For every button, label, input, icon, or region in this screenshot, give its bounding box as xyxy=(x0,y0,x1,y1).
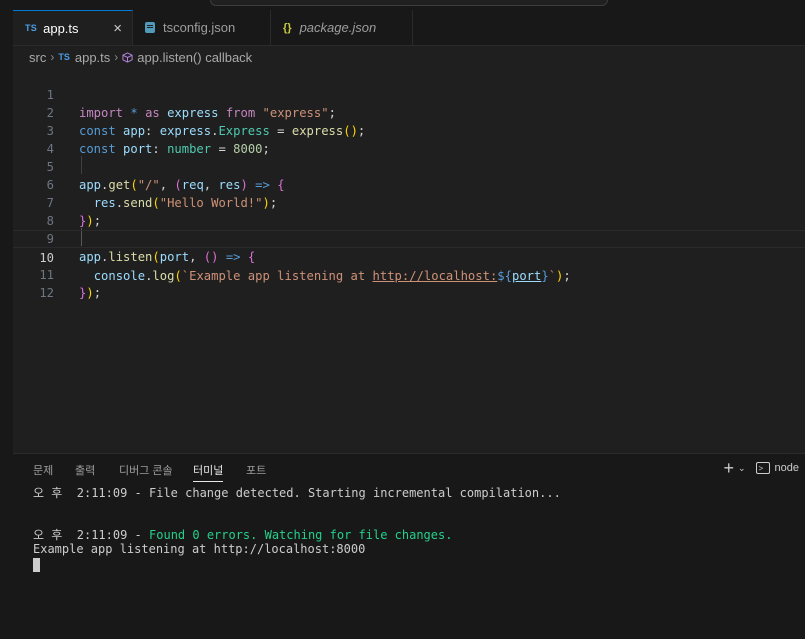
new-terminal-plus-icon[interactable]: + xyxy=(723,459,734,477)
typescript-file-icon: TS xyxy=(58,52,70,62)
tsconfig-file-icon xyxy=(145,22,155,33)
code-line: 3 const port: number = 8000; xyxy=(13,104,805,156)
code-line: 6 res.send("Hello World!"); xyxy=(13,158,805,210)
tab-label: tsconfig.json xyxy=(163,20,236,35)
activity-bar xyxy=(0,10,14,638)
method-cube-icon xyxy=(122,51,133,63)
title-bar xyxy=(0,0,805,10)
panel-toolbar: + ⌄ > node xyxy=(723,459,799,477)
editor-tab-bar: TS app.ts × tsconfig.json {} package.jso… xyxy=(13,10,805,46)
tab-problems[interactable]: 문제 xyxy=(33,462,53,478)
chevron-right-icon: › xyxy=(50,50,55,64)
code-line: 2 const app: express.Express = express()… xyxy=(13,86,805,138)
code-line: 5 app.get("/", (req, res) => { xyxy=(13,140,805,192)
code-line-current: 10 console.log(`Example app listening at… xyxy=(13,230,805,283)
breadcrumb-symbol-label: app.listen() callback xyxy=(137,49,253,65)
terminal-line: 오 후 2:11:09 - Found 0 errors. Watching f… xyxy=(33,528,453,542)
typescript-file-icon: TS xyxy=(25,23,38,33)
tab-debug-console[interactable]: 디버그 콘솔 xyxy=(119,462,173,478)
tab-package-json[interactable]: {} package.json xyxy=(271,10,413,45)
command-center[interactable] xyxy=(210,0,608,6)
line-number: 12 xyxy=(39,286,54,300)
terminal-line: 오 후 2:11:09 - File change detected. Star… xyxy=(33,486,561,500)
breadcrumb-symbol[interactable]: app.listen() callback xyxy=(122,50,252,65)
code-line: 8 xyxy=(13,194,805,228)
code-line: 9 app.listen(port, () => { xyxy=(13,212,805,264)
chevron-right-icon: › xyxy=(114,50,119,64)
code-editor[interactable]: 1 import * as express from "express"; 2 … xyxy=(13,68,805,453)
code-line: 7 }); xyxy=(13,176,805,228)
code-line: 4 xyxy=(13,122,805,156)
bottom-panel: 문제 출력 디버그 콘솔 터미널 포트 + ⌄ > node 오 후 2:11:… xyxy=(13,453,805,639)
tab-tsconfig-json[interactable]: tsconfig.json xyxy=(133,10,271,45)
breadcrumb: src › TS app.ts › app.listen() callback xyxy=(13,46,805,68)
breadcrumb-file[interactable]: TS app.ts xyxy=(58,50,110,65)
json-braces-icon: {} xyxy=(283,21,292,34)
terminal-cursor xyxy=(33,558,40,572)
terminal-line: Example app listening at http://localhos… xyxy=(33,542,366,556)
terminal-name-label[interactable]: node xyxy=(775,462,799,474)
code-line: 1 import * as express from "express"; xyxy=(13,68,805,120)
terminal-icon: > xyxy=(755,462,770,474)
panel-tab-bar: 문제 출력 디버그 콘솔 터미널 포트 + ⌄ > node xyxy=(13,454,805,484)
breadcrumb-file-label: app.ts xyxy=(74,49,111,65)
close-icon[interactable]: × xyxy=(113,20,122,37)
tab-output[interactable]: 출력 xyxy=(75,462,95,478)
vscode-window: TS app.ts × tsconfig.json {} package.jso… xyxy=(0,0,805,639)
breadcrumb-folder[interactable]: src xyxy=(29,50,46,65)
code-line: 11 }); xyxy=(13,248,805,300)
tab-ports[interactable]: 포트 xyxy=(246,462,266,478)
code-line: 12 xyxy=(13,266,805,300)
tab-app-ts[interactable]: TS app.ts × xyxy=(13,10,133,45)
tab-label: package.json xyxy=(299,20,377,35)
tab-terminal[interactable]: 터미널 xyxy=(193,462,224,482)
tab-label: app.ts xyxy=(43,20,79,36)
chevron-down-icon[interactable]: ⌄ xyxy=(738,463,746,474)
